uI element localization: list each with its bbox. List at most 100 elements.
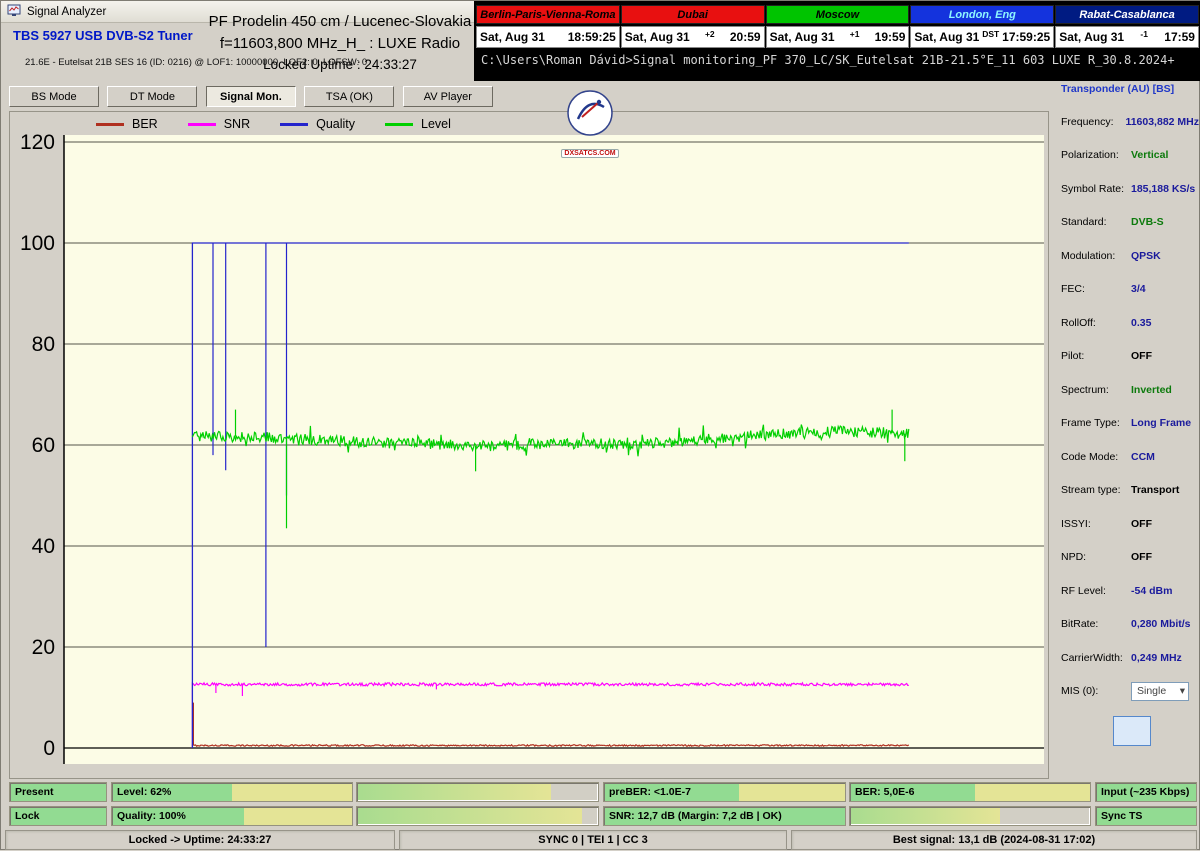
signal-analyzer-window: Signal Analyzer TBS 5927 USB DVB-S2 Tune… xyxy=(0,0,1200,850)
status-lock: Lock xyxy=(9,806,107,826)
site-line: PF Prodelin 450 cm / Lucenec-Slovakia xyxy=(206,13,474,30)
panel-row-standard: Standard:DVB-S xyxy=(1053,206,1199,240)
clock-cell-moscow: Sat, Aug 31 +1 19:59 xyxy=(766,26,910,48)
dxsatcs-logo-text: DXSATCS.COM xyxy=(561,149,618,158)
field-label: Symbol Rate: xyxy=(1061,183,1131,195)
mode-tabs: BS Mode DT Mode Signal Mon. TSA (OK) AV … xyxy=(9,86,497,108)
panel-row-polarization: Polarization:Vertical xyxy=(1053,139,1199,173)
clock-time: 19:59 xyxy=(875,30,906,44)
console-prompt[interactable]: C:\Users\Roman Dávid>Signal monitoring_P… xyxy=(476,53,1199,67)
snr-line-swatch xyxy=(188,123,216,126)
clock-date: Sat, Aug 31 xyxy=(770,30,835,44)
field-value: 185,188 KS/s xyxy=(1131,183,1195,195)
field-label: MIS (0): xyxy=(1061,685,1131,697)
panel-row-stream-type: Stream type:Transport xyxy=(1053,474,1199,508)
field-value: Transport xyxy=(1131,484,1179,496)
field-value: CCM xyxy=(1131,451,1155,463)
legend-item-snr: SNR xyxy=(188,117,250,131)
tab-dt-mode[interactable]: DT Mode xyxy=(107,86,197,107)
field-label: Spectrum: xyxy=(1061,384,1131,396)
field-label: NPD: xyxy=(1061,551,1131,563)
svg-text:20: 20 xyxy=(32,636,55,659)
world-clock-overlay: Berlin-Paris-Vienna-Roma Dubai Moscow Lo… xyxy=(474,1,1200,81)
panel-row-issyi: ISSYI:OFF xyxy=(1053,507,1199,541)
field-value: OFF xyxy=(1131,350,1152,362)
panel-row-rolloff: RollOff:0.35 xyxy=(1053,306,1199,340)
chart-legend: BER SNR Quality Level xyxy=(96,117,451,131)
level-line-swatch xyxy=(385,123,413,126)
ber-line-swatch xyxy=(96,123,124,126)
clock-cell-rabat: Sat, Aug 31 -1 17:59 xyxy=(1055,26,1199,48)
status-quality-bar xyxy=(356,806,599,826)
clock-date: Sat, Aug 31 xyxy=(480,30,545,44)
signal-chart-panel: BER SNR Quality Level 020406080100120 DX… xyxy=(9,111,1049,779)
clock-time: 17:59 xyxy=(1164,30,1195,44)
panel-row-carrier-width: CarrierWidth:0,249 MHz xyxy=(1053,641,1199,675)
legend-item-quality: Quality xyxy=(280,117,355,131)
clock-offset: DST xyxy=(982,29,999,39)
field-value: 3/4 xyxy=(1131,283,1146,295)
field-value: DVB-S xyxy=(1131,216,1164,228)
status-snr-label: SNR: 12,7 dB (Margin: 7,2 dB | OK) xyxy=(603,806,846,826)
panel-row-frequency: Frequency:11603,882 MHz xyxy=(1053,105,1199,139)
clock-city-berlin: Berlin-Paris-Vienna-Roma xyxy=(476,5,620,24)
field-label: Code Mode: xyxy=(1061,451,1131,463)
blue-box-button[interactable] xyxy=(1113,716,1151,746)
tab-signal-mon[interactable]: Signal Mon. xyxy=(206,86,296,107)
header-center: PF Prodelin 450 cm / Lucenec-Slovakia f=… xyxy=(206,13,474,72)
panel-row-npd: NPD:OFF xyxy=(1053,541,1199,575)
panel-row-mis: MIS (0): Single ▾ xyxy=(1053,675,1199,709)
svg-text:80: 80 xyxy=(32,333,55,356)
clock-date: Sat, Aug 31 xyxy=(914,30,979,44)
field-value: 0,280 Mbit/s xyxy=(1131,618,1191,630)
field-value: OFF xyxy=(1131,551,1152,563)
tab-tsa[interactable]: TSA (OK) xyxy=(304,86,394,107)
legend-item-ber: BER xyxy=(96,117,158,131)
svg-text:40: 40 xyxy=(32,535,55,558)
panel-row-pilot: Pilot:OFF xyxy=(1053,340,1199,374)
chevron-down-icon: ▾ xyxy=(1180,685,1185,697)
field-label: Frequency: xyxy=(1061,116,1125,128)
panel-row-bitrate: BitRate:0,280 Mbit/s xyxy=(1053,608,1199,642)
svg-text:100: 100 xyxy=(20,232,55,255)
field-value: -54 dBm xyxy=(1131,585,1172,597)
status-preber: preBER: <1.0E-7 xyxy=(603,782,846,802)
status-level-bar xyxy=(356,782,599,802)
clock-date: Sat, Aug 31 xyxy=(1059,30,1124,44)
quality-line-swatch xyxy=(280,123,308,126)
transponder-panel: Transponder (AU) [BS] Frequency:11603,88… xyxy=(1053,83,1199,783)
field-value: QPSK xyxy=(1131,250,1161,262)
statusbar-uptime: Locked -> Uptime: 24:33:27 xyxy=(5,830,395,850)
clock-offset: +1 xyxy=(850,29,860,39)
status-input-lamp: Input (~235 Kbps) xyxy=(1095,782,1197,802)
statusbar-best-signal: Best signal: 13,1 dB (2024-08-31 17:02) xyxy=(791,830,1197,850)
clock-time: 20:59 xyxy=(730,30,761,44)
panel-row-modulation: Modulation:QPSK xyxy=(1053,239,1199,273)
field-value: OFF xyxy=(1131,518,1152,530)
field-value: 11603,882 MHz xyxy=(1125,116,1199,128)
clock-city-moscow: Moscow xyxy=(766,5,910,24)
panel-row-code-mode: Code Mode:CCM xyxy=(1053,440,1199,474)
clock-city-london: London, Eng xyxy=(910,5,1054,24)
clock-cell-dubai: Sat, Aug 31 +2 20:59 xyxy=(621,26,765,48)
bottom-status-bar: Locked -> Uptime: 24:33:27 SYNC 0 | TEI … xyxy=(1,829,1200,851)
status-snr-bar xyxy=(849,806,1091,826)
dxsatcs-logo: DXSATCS.COM xyxy=(558,89,622,160)
legend-item-level: Level xyxy=(385,117,451,131)
tab-bs-mode[interactable]: BS Mode xyxy=(9,86,99,107)
field-value: Vertical xyxy=(1131,149,1168,161)
app-icon xyxy=(7,3,21,20)
tuner-name: TBS 5927 USB DVB-S2 Tuner xyxy=(13,28,193,43)
panel-title: Transponder (AU) [BS] xyxy=(1061,83,1199,95)
panel-row-fec: FEC:3/4 xyxy=(1053,273,1199,307)
tab-av-player[interactable]: AV Player xyxy=(403,86,493,107)
field-value: Inverted xyxy=(1131,384,1172,396)
frequency-line: f=11603,800 MHz_H_ : LUXE Radio xyxy=(206,35,474,52)
field-label: Frame Type: xyxy=(1061,417,1131,429)
field-label: RollOff: xyxy=(1061,317,1131,329)
field-label: Stream type: xyxy=(1061,484,1131,496)
uptime-line: Locked Uptime : 24:33:27 xyxy=(206,57,474,72)
clock-city-headers: Berlin-Paris-Vienna-Roma Dubai Moscow Lo… xyxy=(476,5,1199,24)
clock-city-rabat: Rabat-Casablanca xyxy=(1055,5,1199,24)
mis-select[interactable]: Single ▾ xyxy=(1131,682,1189,701)
